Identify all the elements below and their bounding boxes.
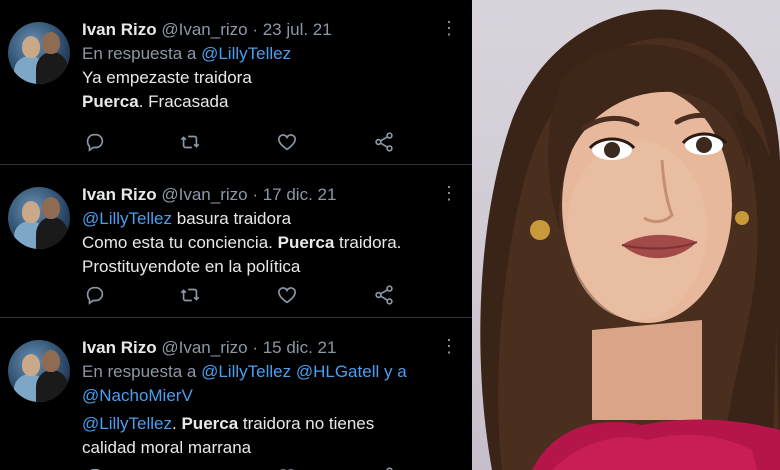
tweet-text: @LillyTellez. Puerca traidora no tienes … xyxy=(82,412,457,460)
tweet-line: calidad moral marrana xyxy=(82,438,252,457)
retweet-icon[interactable] xyxy=(179,284,201,306)
separator: · xyxy=(247,20,263,39)
tweet-date[interactable]: 15 dic. 21 xyxy=(263,338,337,357)
share-icon[interactable] xyxy=(373,466,395,470)
handle[interactable]: @Ivan_rizo xyxy=(161,338,247,357)
handle[interactable]: @Ivan_rizo xyxy=(161,185,247,204)
display-name[interactable]: Ivan Rizo xyxy=(82,185,157,204)
reply-icon[interactable] xyxy=(84,284,106,306)
reply-context: En respuesta a @LillyTellez @HLGatell y … xyxy=(82,360,457,408)
text-rest: . Fracasada xyxy=(138,92,229,111)
reply-and[interactable]: y a xyxy=(384,362,407,381)
mention-link[interactable]: @NachoMierV xyxy=(82,386,193,405)
tweet-feed: ⋮ Ivan Rizo @Ivan_rizo · 23 jul. 21 En r… xyxy=(0,0,472,470)
heart-icon[interactable] xyxy=(276,284,298,306)
tweet[interactable]: ⋮ Ivan Rizo @Ivan_rizo · 17 dic. 21 @Lil… xyxy=(0,165,472,318)
tweet-text: Ya empezaste traidora Puerca. Fracasada xyxy=(82,66,457,114)
tweet[interactable]: ⋮ Ivan Rizo @Ivan_rizo · 15 dic. 21 En r… xyxy=(0,318,472,470)
separator: · xyxy=(247,185,263,204)
tweet-header: Ivan Rizo @Ivan_rizo · 23 jul. 21 xyxy=(82,18,457,42)
tweet-date[interactable]: 17 dic. 21 xyxy=(263,185,337,204)
portrait-illustration xyxy=(480,9,780,470)
bold-word: Puerca xyxy=(181,414,239,433)
text-part: traidora. xyxy=(334,233,402,252)
separator: · xyxy=(247,338,263,357)
portrait-photo xyxy=(472,0,780,470)
tweet-date[interactable]: 23 jul. 21 xyxy=(263,20,332,39)
avatar[interactable] xyxy=(8,340,70,402)
tweet[interactable]: ⋮ Ivan Rizo @Ivan_rizo · 23 jul. 21 En r… xyxy=(0,0,472,165)
tweet-line: @LillyTellez basura traidora xyxy=(82,207,457,231)
reply-prefix: En respuesta a xyxy=(82,44,197,63)
text-part: Como esta tu conciencia. xyxy=(82,233,278,252)
tweet-line: Prostituyendote en la política xyxy=(82,257,301,276)
tweet-line: Como esta tu conciencia. Puerca traidora… xyxy=(82,231,457,255)
reply-icon[interactable] xyxy=(84,131,106,153)
reply-prefix: En respuesta a xyxy=(82,362,197,381)
tweet-header: Ivan Rizo @Ivan_rizo · 15 dic. 21 xyxy=(82,336,457,360)
tweet-line: Puerca. Fracasada xyxy=(82,90,457,114)
tweet-actions xyxy=(84,284,404,306)
text-part: traidora no tienes xyxy=(238,414,375,433)
handle[interactable]: @Ivan_rizo xyxy=(161,20,247,39)
mention-link[interactable]: @LillyTellez xyxy=(82,414,172,433)
reply-icon[interactable] xyxy=(84,466,106,470)
avatar[interactable] xyxy=(8,187,70,249)
heart-icon[interactable] xyxy=(276,466,298,470)
bold-word: Puerca xyxy=(82,92,139,111)
mention-link[interactable]: @LillyTellez xyxy=(82,209,172,228)
display-name[interactable]: Ivan Rizo xyxy=(82,338,157,357)
mention-link[interactable]: @HLGatell xyxy=(296,362,379,381)
reply-context: En respuesta a @LillyTellez xyxy=(82,42,457,66)
display-name[interactable]: Ivan Rizo xyxy=(82,20,157,39)
avatar[interactable] xyxy=(8,22,70,84)
retweet-icon[interactable] xyxy=(179,131,201,153)
bold-word: Puerca xyxy=(277,233,335,252)
share-icon[interactable] xyxy=(373,131,395,153)
tweet-header: Ivan Rizo @Ivan_rizo · 17 dic. 21 xyxy=(82,183,457,207)
share-icon[interactable] xyxy=(373,284,395,306)
tweet-actions xyxy=(84,466,404,470)
mention-link[interactable]: @LillyTellez xyxy=(201,362,291,381)
tweet-text: @LillyTellez basura traidora Como esta t… xyxy=(82,207,457,279)
mention-link[interactable]: @LillyTellez xyxy=(201,44,291,63)
heart-icon[interactable] xyxy=(276,131,298,153)
retweet-icon[interactable] xyxy=(179,466,201,470)
tweet-actions xyxy=(84,131,404,153)
tweet-line: Ya empezaste traidora xyxy=(82,68,252,87)
tweet-line: @LillyTellez. Puerca traidora no tienes xyxy=(82,412,457,436)
text-rest: basura traidora xyxy=(172,209,292,228)
